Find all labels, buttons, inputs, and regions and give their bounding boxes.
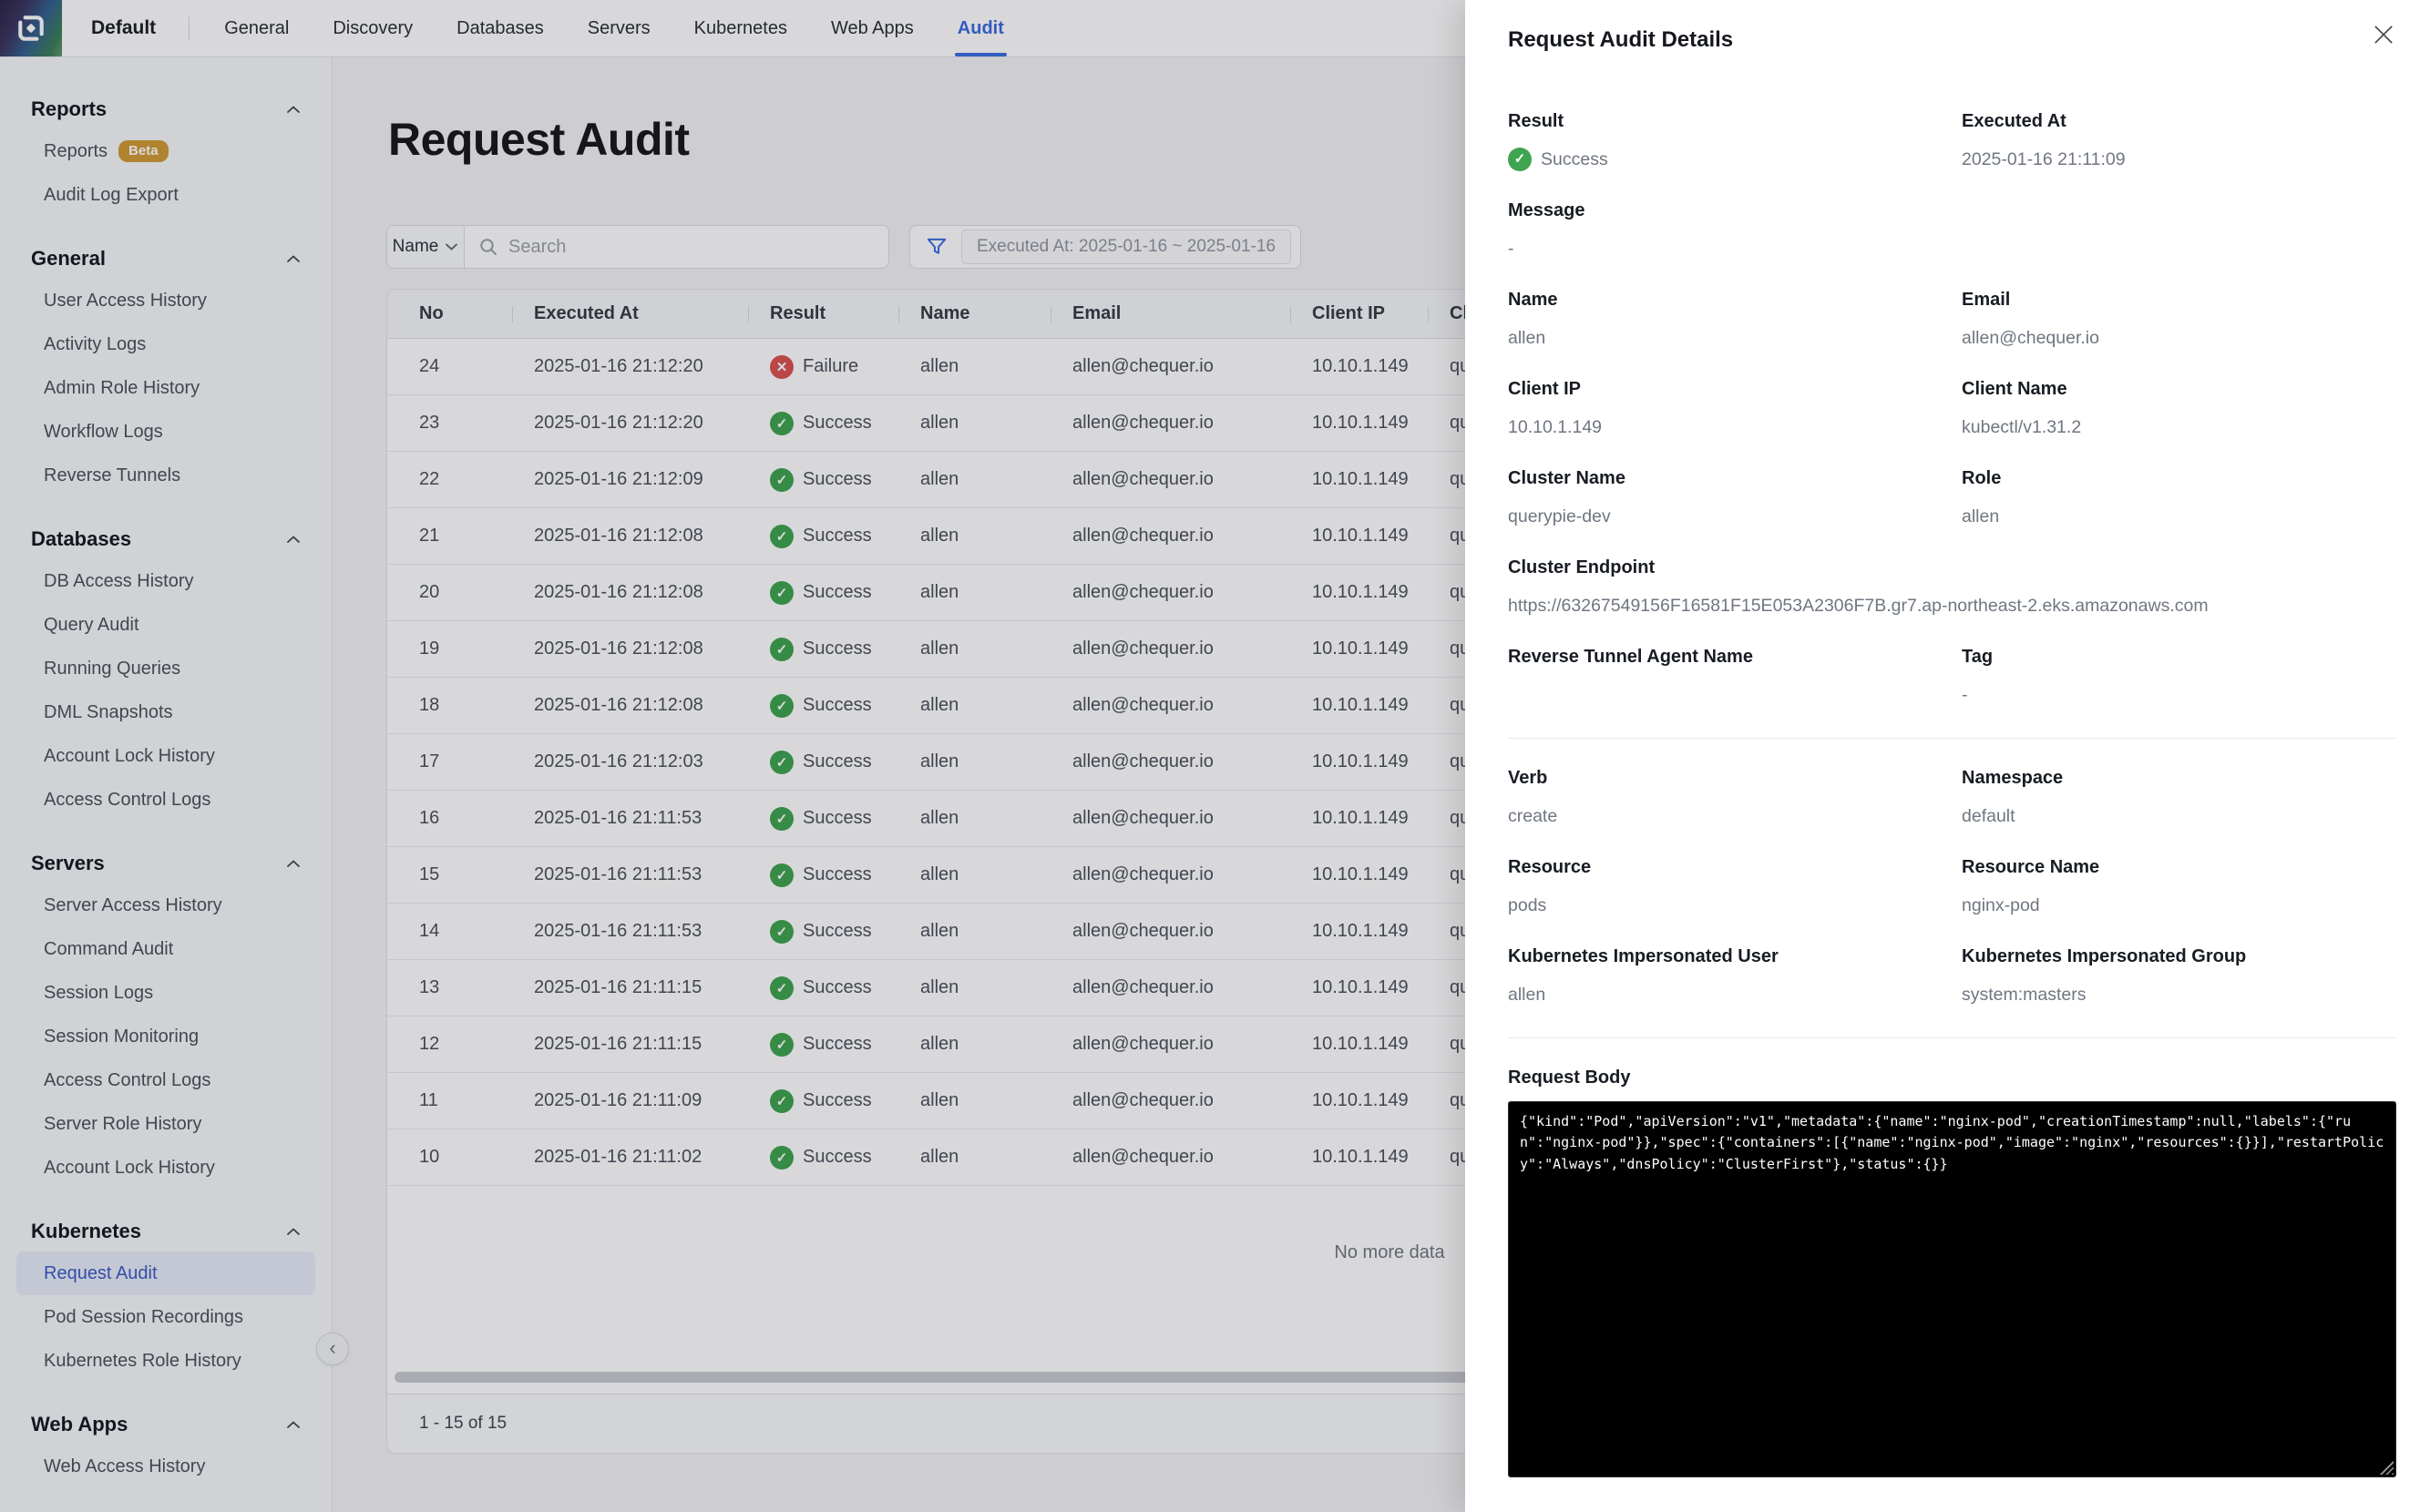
- detail-field-label: Kubernetes Impersonated User: [1508, 945, 1962, 968]
- detail-field-value: pods: [1508, 894, 1962, 917]
- detail-field-label: Message: [1508, 199, 2396, 222]
- detail-field-cluster-endpoint: Cluster Endpoint https://63267549156F1658…: [1508, 556, 2396, 618]
- detail-field-value: -: [1962, 683, 2396, 707]
- section-divider: [1508, 1037, 2396, 1038]
- detail-field-value: 10.10.1.149: [1508, 415, 1962, 439]
- detail-field-label: Name: [1508, 288, 1962, 312]
- detail-field-role: Role allen: [1962, 466, 2396, 528]
- detail-field-value: nginx-pod: [1962, 894, 2396, 917]
- detail-field-value: system:masters: [1962, 983, 2396, 1006]
- detail-field-label: Role: [1962, 466, 2396, 490]
- section-divider: [1508, 738, 2396, 739]
- detail-field-name: Name allen: [1508, 288, 1962, 350]
- detail-field-tag: Tag -: [1962, 645, 2396, 707]
- detail-field-email: Email allen@chequer.io: [1962, 288, 2396, 350]
- detail-field-label: Result: [1508, 109, 1962, 133]
- detail-field-value: https://63267549156F16581F15E053A2306F7B…: [1508, 594, 2396, 618]
- detail-field-client-ip: Client IP 10.10.1.149: [1508, 377, 1962, 439]
- detail-field-resource: Resource pods: [1508, 855, 1962, 917]
- detail-field-cluster-name: Cluster Name querypie-dev: [1508, 466, 1962, 528]
- detail-field-label: Resource: [1508, 855, 1962, 879]
- detail-field-resource-name: Resource Name nginx-pod: [1962, 855, 2396, 917]
- detail-field-value-text: Success: [1541, 148, 1608, 171]
- detail-field-value: default: [1962, 804, 2396, 828]
- detail-field-label: Client Name: [1962, 377, 2396, 401]
- detail-field-label: Verb: [1508, 766, 1962, 790]
- detail-field-label: Tag: [1962, 645, 2396, 669]
- detail-field-namespace: Namespace default: [1962, 766, 2396, 828]
- detail-field-label: Executed At: [1962, 109, 2396, 133]
- detail-field-value: create: [1508, 804, 1962, 828]
- detail-field-value: allen: [1508, 326, 1962, 350]
- detail-field-kubernetes-impersonated-user: Kubernetes Impersonated User allen: [1508, 945, 1962, 1006]
- detail-field-executed-at: Executed At 2025-01-16 21:11:09: [1962, 109, 2396, 171]
- detail-field-kubernetes-impersonated-group: Kubernetes Impersonated Group system:mast…: [1962, 945, 2396, 1006]
- detail-field-label: Kubernetes Impersonated Group: [1962, 945, 2396, 968]
- detail-field-value: allen: [1962, 505, 2396, 528]
- request-body-wrap: {"kind":"Pod","apiVersion":"v1","metadat…: [1508, 1101, 2396, 1477]
- detail-field-value: allen@chequer.io: [1962, 326, 2396, 350]
- detail-field-value: allen: [1508, 983, 1962, 1006]
- detail-field-label: Cluster Name: [1508, 466, 1962, 490]
- detail-field-label: Client IP: [1508, 377, 1962, 401]
- app-screen: Default GeneralDiscoveryDatabasesServers…: [0, 0, 2420, 1512]
- detail-field-value: -: [1508, 237, 2396, 261]
- detail-field-value: 2025-01-16 21:11:09: [1962, 148, 2396, 171]
- request-body-textarea[interactable]: {"kind":"Pod","apiVersion":"v1","metadat…: [1508, 1101, 2396, 1477]
- detail-field-label: Resource Name: [1962, 855, 2396, 879]
- detail-field-reverse-tunnel-agent-name: Reverse Tunnel Agent Name: [1508, 645, 1962, 707]
- request-body-label: Request Body: [1508, 1068, 2396, 1088]
- drawer-title: Request Audit Details: [1508, 27, 2396, 53]
- detail-field-value: kubectl/v1.31.2: [1962, 415, 2396, 439]
- close-icon: [2372, 23, 2395, 46]
- close-button[interactable]: [2364, 15, 2404, 55]
- detail-field-result: Result ✓ Success: [1508, 109, 1962, 171]
- detail-field-label: Reverse Tunnel Agent Name: [1508, 645, 1962, 669]
- detail-field-client-name: Client Name kubectl/v1.31.2: [1962, 377, 2396, 439]
- detail-field-value: querypie-dev: [1508, 505, 1962, 528]
- request-audit-details-drawer: Request Audit Details Result ✓ Success Exec…: [1465, 0, 2420, 1512]
- detail-field-label: Namespace: [1962, 766, 2396, 790]
- detail-field-message: Message -: [1508, 199, 2396, 261]
- success-icon: ✓: [1508, 148, 1532, 171]
- detail-field-label: Cluster Endpoint: [1508, 556, 2396, 579]
- detail-field-verb: Verb create: [1508, 766, 1962, 828]
- detail-field-value: ✓ Success: [1508, 148, 1962, 171]
- detail-field-value: [1508, 683, 1962, 707]
- detail-field-label: Email: [1962, 288, 2396, 312]
